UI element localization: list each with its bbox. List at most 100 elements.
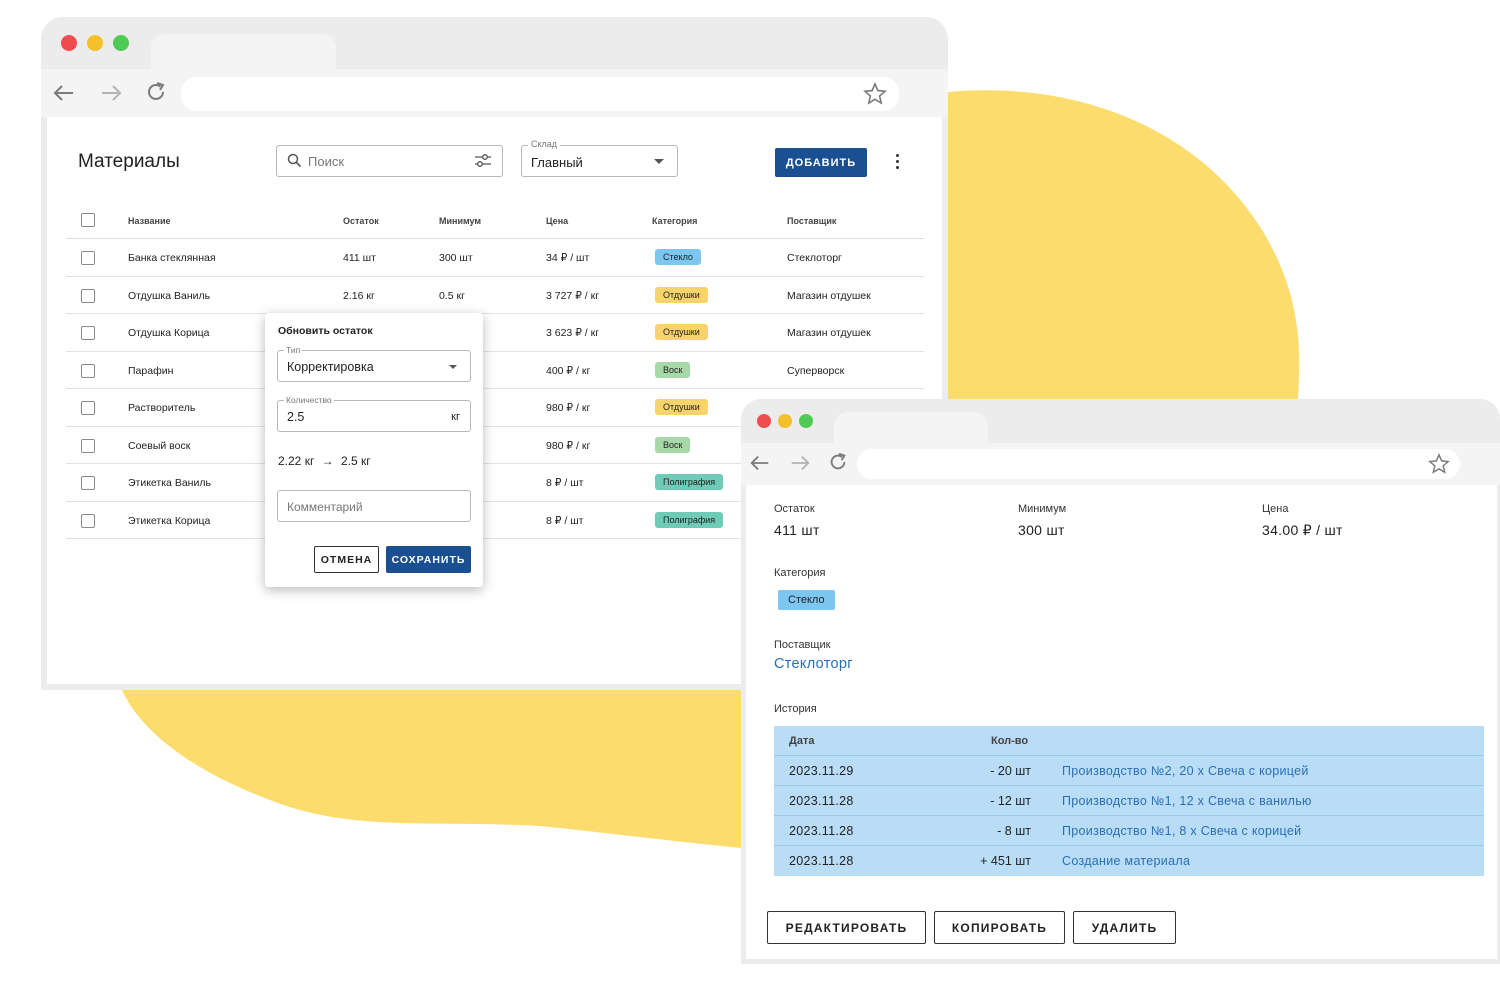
- row-checkbox[interactable]: [81, 476, 95, 490]
- category-chip: Отдушки: [655, 399, 708, 415]
- supplier-link[interactable]: Стеклоторг: [774, 656, 853, 672]
- warehouse-label: Склад: [528, 139, 561, 149]
- sliders-icon[interactable]: [474, 153, 492, 174]
- history-row: 2023.11.28 + 451 шт Создание материала: [774, 846, 1484, 876]
- history-link[interactable]: Производство №1, 8 x Свеча с корицей: [1062, 824, 1301, 838]
- cell-name: Парафин: [128, 364, 174, 377]
- browser-tab[interactable]: [834, 412, 988, 444]
- history-column-qty: Кол-во: [991, 735, 1029, 747]
- back-arrow-icon[interactable]: [51, 80, 77, 106]
- supplier-label: Поставщик: [774, 639, 831, 651]
- window-controls: [757, 414, 813, 428]
- history-date: 2023.11.28: [789, 854, 854, 868]
- cell-name: Отдушка Ваниль: [128, 289, 211, 302]
- price-label: Цена: [1262, 503, 1289, 515]
- cell-name: Этикетка Ваниль: [128, 477, 211, 489]
- table-header: Название Остаток Минимум Цена Категория …: [66, 204, 924, 239]
- column-header-min[interactable]: Минимум: [439, 216, 481, 226]
- browser-toolbar: [741, 443, 1500, 485]
- category-chip: Воск: [655, 361, 691, 378]
- row-checkbox[interactable]: [81, 288, 95, 303]
- cell-min: 0.5 кг: [439, 289, 465, 302]
- change-from: 2.22 кг: [278, 454, 315, 468]
- column-header-supplier[interactable]: Поставщик: [787, 216, 836, 226]
- search-input[interactable]: Поиск: [276, 145, 503, 177]
- cell-name: Этикетка Корица: [128, 514, 211, 527]
- reload-icon[interactable]: [144, 80, 168, 104]
- page-title: Материалы: [78, 151, 180, 172]
- minimize-window-button[interactable]: [778, 414, 792, 428]
- column-header-category[interactable]: Категория: [652, 216, 697, 226]
- row-checkbox[interactable]: [81, 251, 95, 265]
- type-label: Тип: [284, 345, 303, 355]
- save-button[interactable]: СОХРАНИТЬ: [386, 546, 471, 573]
- type-value: Корректировка: [287, 360, 374, 374]
- history-link[interactable]: Производство №1, 12 x Свеча с ванилью: [1062, 794, 1312, 808]
- table-row[interactable]: Банка стеклянная 411 шт 300 шт 34 ₽ / шт Сте…: [66, 239, 924, 277]
- history-qty: - 8 шт: [997, 824, 1031, 838]
- maximize-window-button[interactable]: [113, 35, 129, 51]
- forward-arrow-icon[interactable]: [98, 80, 124, 106]
- row-checkbox[interactable]: [81, 438, 95, 453]
- address-bar[interactable]: [181, 77, 899, 111]
- adjustment-type-select[interactable]: Тип Корректировка: [277, 345, 471, 382]
- maximize-window-button[interactable]: [799, 414, 813, 428]
- dropdown-caret-icon: [449, 365, 457, 369]
- history-link[interactable]: Создание материала: [1062, 854, 1190, 868]
- cell-stock: 2.16 кг: [343, 289, 375, 302]
- close-window-button[interactable]: [757, 414, 771, 428]
- warehouse-select[interactable]: Склад Главный: [521, 139, 678, 177]
- quantity-field[interactable]: Количество 2.5 кг: [277, 395, 471, 432]
- history-date: 2023.11.29: [789, 764, 854, 778]
- more-vert-icon[interactable]: [891, 154, 903, 172]
- cell-price: 3 623 ₽ / кг: [546, 327, 600, 339]
- close-window-button[interactable]: [61, 35, 77, 51]
- browser-toolbar: [41, 69, 948, 117]
- cell-supplier: Магазин отдушек: [787, 289, 871, 302]
- add-material-button[interactable]: ДОБАВИТЬ: [775, 148, 867, 177]
- search-placeholder: Поиск: [308, 154, 345, 169]
- cancel-button[interactable]: ОТМЕНА: [314, 546, 379, 573]
- row-checkbox[interactable]: [81, 401, 95, 415]
- edit-button[interactable]: РЕДАКТИРОВАТЬ: [767, 911, 926, 944]
- minimize-window-button[interactable]: [87, 35, 103, 51]
- browser-tab[interactable]: [151, 34, 336, 71]
- cell-price: 34 ₽ / шт: [546, 252, 590, 264]
- forward-arrow-icon[interactable]: [788, 451, 812, 475]
- history-qty: - 20 шт: [990, 764, 1031, 778]
- row-checkbox[interactable]: [81, 513, 95, 528]
- bookmark-star-icon[interactable]: [1428, 453, 1450, 475]
- select-all-checkbox[interactable]: [81, 213, 95, 227]
- history-link[interactable]: Производство №2, 20 x Свеча с корицей: [1062, 764, 1309, 778]
- back-arrow-icon[interactable]: [748, 451, 772, 475]
- table-row[interactable]: Отдушка Корица 3 623 ₽ / кг Отдушки Магазин…: [66, 314, 924, 352]
- cell-price: 8 ₽ / шт: [546, 477, 584, 489]
- reload-icon[interactable]: [827, 451, 849, 473]
- cell-stock: 411 шт: [343, 252, 376, 264]
- cell-name: Банка стеклянная: [128, 252, 216, 264]
- category-chip: Отдушки: [655, 324, 708, 340]
- warehouse-value: Главный: [531, 155, 583, 170]
- history-row: 2023.11.28 - 8 шт Производство №1, 8 x Све…: [774, 816, 1484, 846]
- category-chip: Отдушки: [655, 286, 708, 303]
- address-bar[interactable]: [857, 449, 1460, 479]
- bookmark-star-icon[interactable]: [863, 82, 887, 106]
- column-header-stock[interactable]: Остаток: [343, 216, 379, 226]
- delete-button[interactable]: УДАЛИТЬ: [1073, 911, 1176, 944]
- arrow-right-icon: →: [321, 454, 334, 468]
- history-label: История: [774, 703, 817, 715]
- table-row[interactable]: Отдушка Ваниль 2.16 кг 0.5 кг 3 727 ₽ / кг О…: [66, 277, 924, 314]
- row-checkbox[interactable]: [81, 363, 95, 378]
- category-chip: Стекло: [655, 249, 701, 265]
- search-icon: [287, 153, 302, 173]
- history-row: 2023.11.29 - 20 шт Производство №2, 20 x С…: [774, 756, 1484, 786]
- row-checkbox[interactable]: [81, 326, 95, 340]
- material-detail-page: Остаток 411 шт Минимум 300 шт Цена 34.00…: [746, 485, 1497, 959]
- quantity-value: 2.5: [287, 410, 305, 424]
- comment-field[interactable]: Комментарий: [277, 490, 471, 522]
- column-header-name[interactable]: Название: [128, 216, 170, 226]
- cell-price: 8 ₽ / шт: [546, 514, 584, 527]
- copy-button[interactable]: КОПИРОВАТЬ: [934, 911, 1065, 944]
- column-header-price[interactable]: Цена: [546, 216, 568, 226]
- table-row[interactable]: Парафин 400 ₽ / кг Воск Суперворск: [66, 352, 924, 389]
